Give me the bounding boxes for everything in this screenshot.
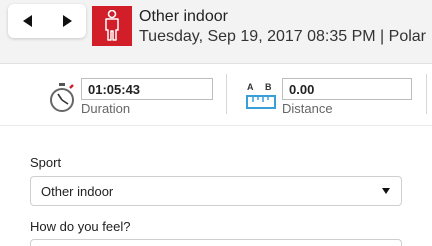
triangle-left-icon <box>22 15 32 27</box>
feel-select[interactable] <box>30 239 402 246</box>
person-icon <box>105 10 119 41</box>
sport-badge <box>92 6 132 46</box>
ruler-icon: A B <box>246 82 276 110</box>
stats-bar: Duration A B Distance <box>0 64 432 126</box>
duration-input[interactable] <box>81 78 213 100</box>
page-title: Other indoor <box>139 8 228 25</box>
duration-label: Duration <box>81 101 131 116</box>
next-button[interactable] <box>55 9 79 33</box>
triangle-right-icon <box>62 15 72 27</box>
feel-label: How do you feel? <box>30 219 131 234</box>
ruler-icon-label-b: B <box>265 82 272 92</box>
chevron-down-icon <box>382 188 390 194</box>
activity-datetime: Tuesday, Sep 19, 2017 08:35 PM | Polar <box>139 28 426 45</box>
stats-divider <box>426 74 427 114</box>
sport-select-value: Other indoor <box>41 184 114 199</box>
sport-label: Sport <box>30 155 62 170</box>
activity-panel: Duration A B Distance Sport Other indoor… <box>0 63 432 246</box>
activity-navigation <box>8 4 86 38</box>
distance-label: Distance <box>282 101 333 116</box>
previous-button[interactable] <box>16 9 40 33</box>
ruler-icon-label-a: A <box>247 82 254 92</box>
sport-select[interactable]: Other indoor <box>30 176 402 206</box>
stopwatch-icon <box>50 83 74 112</box>
distance-input[interactable] <box>282 78 412 100</box>
stats-divider <box>226 74 227 114</box>
